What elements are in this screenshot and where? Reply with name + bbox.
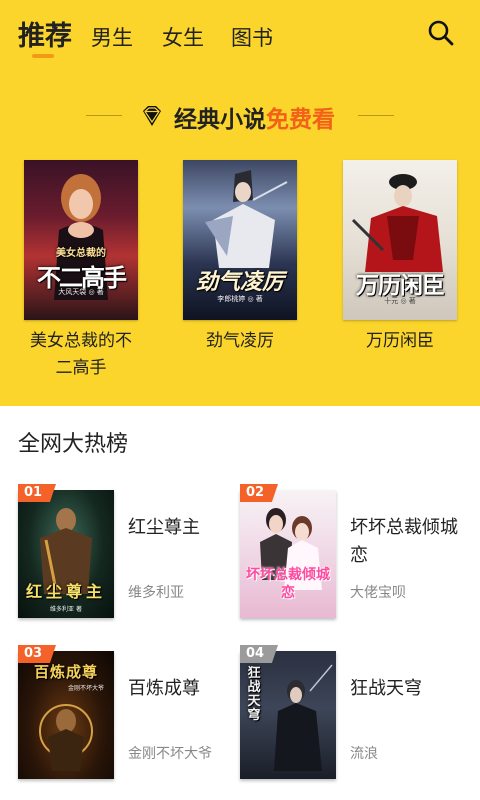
book-cover: 坏坏总裁倾城恋 (240, 490, 336, 618)
featured-book-3[interactable]: 万历闲臣 十元 ◎ 著 万历闲臣 (341, 160, 459, 355)
search-button[interactable] (426, 18, 456, 48)
tab-female[interactable]: 女生 (162, 22, 204, 52)
book-author: 流浪 (350, 746, 378, 762)
cover-author: 维多利亚 著 (50, 606, 82, 613)
book-cover: 百炼成尊 金刚不坏大爷 (18, 651, 114, 779)
ranking-item-3[interactable]: 百炼成尊 金刚不坏大爷 03 百炼成尊 金刚不坏大爷 (18, 645, 238, 785)
rank-badge: 03 (18, 645, 56, 663)
diamond-icon (143, 106, 161, 126)
tab-books[interactable]: 图书 (231, 22, 273, 52)
tab-recommend[interactable]: 推荐 (18, 14, 72, 53)
cover-author: 大风天袋 ◎ 著 (58, 288, 104, 296)
book-cover: 万历闲臣 十元 ◎ 著 (343, 160, 457, 320)
cover-author: 十元 ◎ 著 (384, 297, 416, 305)
divider-right (358, 115, 394, 116)
book-title: 红尘尊主 (128, 517, 200, 538)
cover-author: 李郎桃婷 ◎ 著 (217, 295, 263, 303)
search-icon (428, 20, 454, 46)
book-cover: 美女总裁的 不二高手 大风天袋 ◎ 著 (24, 160, 138, 320)
book-author: 维多利亚 (128, 585, 184, 601)
ranking-item-1[interactable]: 红尘尊主 维多利亚 著 01 红尘尊主 维多利亚 (18, 484, 238, 624)
book-title: 百炼成尊 (128, 678, 200, 699)
header-area: 推荐 男生 女生 图书 经典小说免费看 美女总裁的 不二高手 大风天袋 ◎ 著 … (0, 0, 480, 406)
divider-left (86, 115, 122, 116)
book-cover: 劲气凌厉 李郎桃婷 ◎ 著 (183, 160, 297, 320)
book-author: 金刚不坏大爷 (128, 746, 212, 762)
promo-text-highlight: 免费看 (266, 107, 335, 133)
book-cover: 红尘尊主 维多利亚 著 (18, 490, 114, 618)
book-title: 狂战天穹 (350, 678, 422, 699)
cover-title: 狂战天穹 (247, 666, 261, 723)
featured-book-title: 美女总裁的不二高手 (30, 331, 132, 378)
book-title: 坏坏总裁倾城恋 (350, 517, 458, 566)
book-author: 大佬宝呗 (350, 585, 406, 601)
tab-male[interactable]: 男生 (91, 22, 133, 52)
featured-book-1[interactable]: 美女总裁的 不二高手 大风天袋 ◎ 著 美女总裁的不二高手 (22, 160, 140, 382)
book-cover: 狂战天穹 (240, 651, 336, 779)
featured-book-2[interactable]: 劲气凌厉 李郎桃婷 ◎ 著 劲气凌厉 (181, 160, 299, 355)
featured-book-title: 劲气凌厉 (206, 331, 274, 351)
ranking-item-2[interactable]: 坏坏总裁倾城恋 02 坏坏总裁倾城恋 大佬宝呗 (240, 484, 460, 624)
featured-book-title: 万历闲臣 (366, 331, 434, 351)
cover-title: 百炼成尊 (33, 663, 98, 681)
cover-title: 红尘尊主 (25, 582, 106, 601)
ranking-section-title: 全网大热榜 (18, 432, 129, 457)
rank-badge: 01 (18, 484, 56, 502)
ranking-item-4[interactable]: 狂战天穹 04 狂战天穹 流浪 (240, 645, 460, 785)
active-tab-indicator (32, 54, 54, 58)
cover-title: 坏坏总裁倾城恋 (246, 567, 330, 601)
promo-text: 经典小说免费看 (174, 100, 335, 134)
rank-badge: 02 (240, 484, 278, 502)
promo-heading: 经典小说免费看 (0, 98, 480, 134)
cover-title-small: 美女总裁的 (56, 248, 106, 259)
cover-author: 金刚不坏大爷 (67, 685, 104, 692)
rank-badge: 04 (240, 645, 278, 663)
cover-title-large: 万历闲臣 (356, 272, 445, 299)
cover-title-large: 劲气凌厉 (195, 269, 284, 295)
promo-text-main: 经典小说 (174, 107, 266, 133)
